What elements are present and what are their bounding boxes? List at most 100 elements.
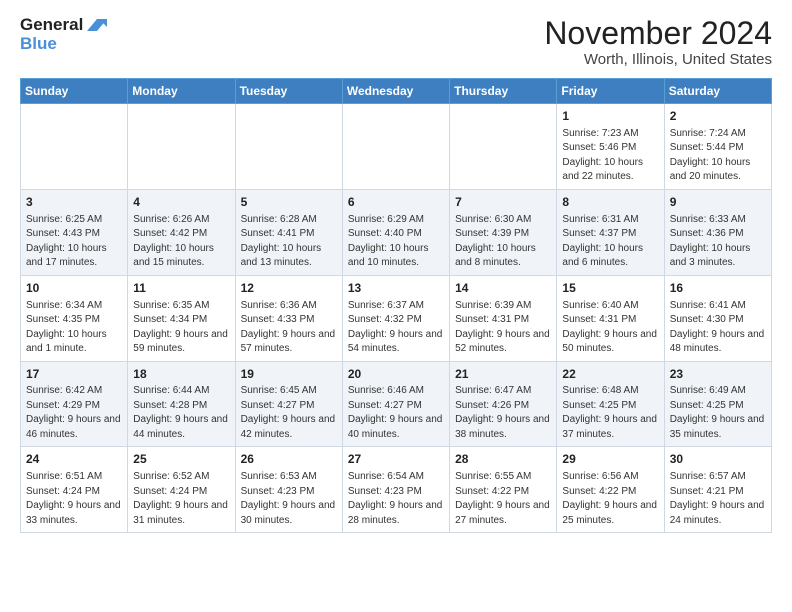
day-number: 3	[26, 194, 122, 211]
logo: General Blue	[20, 16, 107, 53]
day-info: Sunrise: 6:28 AMSunset: 4:41 PMDaylight:…	[241, 214, 322, 269]
day-info: Sunrise: 6:51 AMSunset: 4:24 PMDaylight:…	[26, 471, 121, 526]
calendar-cell-w5-d6: 29 Sunrise: 6:56 AMSunset: 4:22 PMDayligh…	[557, 447, 664, 533]
day-info: Sunrise: 6:56 AMSunset: 4:22 PMDaylight:…	[562, 471, 657, 526]
day-info: Sunrise: 6:36 AMSunset: 4:33 PMDaylight:…	[241, 300, 336, 355]
day-number: 11	[133, 280, 229, 297]
day-number: 5	[241, 194, 337, 211]
calendar-cell-w4-d3: 19 Sunrise: 6:45 AMSunset: 4:27 PMDayligh…	[235, 361, 342, 447]
calendar-cell-w4-d4: 20 Sunrise: 6:46 AMSunset: 4:27 PMDayligh…	[342, 361, 449, 447]
day-number: 27	[348, 451, 444, 468]
day-info: Sunrise: 7:24 AMSunset: 5:44 PMDaylight:…	[670, 128, 751, 183]
day-number: 20	[348, 366, 444, 383]
calendar-cell-w3-d5: 14 Sunrise: 6:39 AMSunset: 4:31 PMDayligh…	[450, 275, 557, 361]
calendar-week-5: 24 Sunrise: 6:51 AMSunset: 4:24 PMDayligh…	[21, 447, 772, 533]
day-number: 9	[670, 194, 766, 211]
calendar-cell-w4-d7: 23 Sunrise: 6:49 AMSunset: 4:25 PMDayligh…	[664, 361, 771, 447]
day-info: Sunrise: 6:47 AMSunset: 4:26 PMDaylight:…	[455, 385, 550, 440]
day-info: Sunrise: 7:23 AMSunset: 5:46 PMDaylight:…	[562, 128, 643, 183]
day-number: 25	[133, 451, 229, 468]
day-info: Sunrise: 6:25 AMSunset: 4:43 PMDaylight:…	[26, 214, 107, 269]
calendar-cell-w5-d1: 24 Sunrise: 6:51 AMSunset: 4:24 PMDayligh…	[21, 447, 128, 533]
calendar-header-row: Sunday Monday Tuesday Wednesday Thursday…	[21, 79, 772, 104]
day-number: 1	[562, 108, 658, 125]
day-number: 23	[670, 366, 766, 383]
day-number: 10	[26, 280, 122, 297]
day-number: 12	[241, 280, 337, 297]
day-info: Sunrise: 6:44 AMSunset: 4:28 PMDaylight:…	[133, 385, 228, 440]
day-number: 7	[455, 194, 551, 211]
day-info: Sunrise: 6:35 AMSunset: 4:34 PMDaylight:…	[133, 300, 228, 355]
day-number: 30	[670, 451, 766, 468]
calendar-cell-w2-d5: 7 Sunrise: 6:30 AMSunset: 4:39 PMDaylight…	[450, 189, 557, 275]
day-number: 14	[455, 280, 551, 297]
day-info: Sunrise: 6:42 AMSunset: 4:29 PMDaylight:…	[26, 385, 121, 440]
day-info: Sunrise: 6:37 AMSunset: 4:32 PMDaylight:…	[348, 300, 443, 355]
day-info: Sunrise: 6:45 AMSunset: 4:27 PMDaylight:…	[241, 385, 336, 440]
calendar-cell-w1-d6: 1 Sunrise: 7:23 AMSunset: 5:46 PMDaylight…	[557, 104, 664, 190]
calendar-cell-w5-d5: 28Sunrise: 6:55 AMSunset: 4:22 PMDayligh…	[450, 447, 557, 533]
calendar-week-1: 1 Sunrise: 7:23 AMSunset: 5:46 PMDaylight…	[21, 104, 772, 190]
day-info: Sunrise: 6:41 AMSunset: 4:30 PMDaylight:…	[670, 300, 765, 355]
header-sunday: Sunday	[21, 79, 128, 104]
day-info: Sunrise: 6:31 AMSunset: 4:37 PMDaylight:…	[562, 214, 643, 269]
day-info: Sunrise: 6:49 AMSunset: 4:25 PMDaylight:…	[670, 385, 765, 440]
day-number: 2	[670, 108, 766, 125]
day-info: Sunrise: 6:30 AMSunset: 4:39 PMDaylight:…	[455, 214, 536, 269]
day-number: 18	[133, 366, 229, 383]
calendar-cell-w4-d1: 17Sunrise: 6:42 AMSunset: 4:29 PMDayligh…	[21, 361, 128, 447]
calendar-cell-w3-d1: 10 Sunrise: 6:34 AMSunset: 4:35 PMDayligh…	[21, 275, 128, 361]
day-info: Sunrise: 6:26 AMSunset: 4:42 PMDaylight:…	[133, 214, 214, 269]
calendar-cell-w3-d6: 15 Sunrise: 6:40 AMSunset: 4:31 PMDayligh…	[557, 275, 664, 361]
calendar-cell-w3-d7: 16 Sunrise: 6:41 AMSunset: 4:30 PMDayligh…	[664, 275, 771, 361]
calendar-cell-w2-d2: 4Sunrise: 6:26 AMSunset: 4:42 PMDaylight…	[128, 189, 235, 275]
day-number: 22	[562, 366, 658, 383]
day-number: 13	[348, 280, 444, 297]
calendar-cell-w1-d4	[342, 104, 449, 190]
calendar-cell-w5-d3: 26Sunrise: 6:53 AMSunset: 4:23 PMDayligh…	[235, 447, 342, 533]
day-number: 21	[455, 366, 551, 383]
day-number: 6	[348, 194, 444, 211]
calendar-cell-w4-d2: 18 Sunrise: 6:44 AMSunset: 4:28 PMDayligh…	[128, 361, 235, 447]
logo-chevron-icon	[85, 17, 107, 33]
day-number: 15	[562, 280, 658, 297]
calendar-cell-w2-d4: 6Sunrise: 6:29 AMSunset: 4:40 PMDaylight…	[342, 189, 449, 275]
calendar-body: 1 Sunrise: 7:23 AMSunset: 5:46 PMDaylight…	[21, 104, 772, 533]
calendar-cell-w1-d2	[128, 104, 235, 190]
day-number: 24	[26, 451, 122, 468]
calendar-cell-w5-d2: 25 Sunrise: 6:52 AMSunset: 4:24 PMDayligh…	[128, 447, 235, 533]
main-container: General Blue November 2024 Worth, Illino…	[0, 0, 792, 543]
calendar-week-2: 3 Sunrise: 6:25 AMSunset: 4:43 PMDaylight…	[21, 189, 772, 275]
calendar-cell-w3-d3: 12 Sunrise: 6:36 AMSunset: 4:33 PMDayligh…	[235, 275, 342, 361]
header-monday: Monday	[128, 79, 235, 104]
day-info: Sunrise: 6:54 AMSunset: 4:23 PMDaylight:…	[348, 471, 443, 526]
day-info: Sunrise: 6:34 AMSunset: 4:35 PMDaylight:…	[26, 300, 107, 355]
calendar-cell-w2-d6: 8 Sunrise: 6:31 AMSunset: 4:37 PMDaylight…	[557, 189, 664, 275]
day-number: 29	[562, 451, 658, 468]
day-number: 16	[670, 280, 766, 297]
location: Worth, Illinois, United States	[544, 51, 772, 68]
day-number: 19	[241, 366, 337, 383]
header-friday: Friday	[557, 79, 664, 104]
day-number: 26	[241, 451, 337, 468]
calendar-cell-w2-d7: 9 Sunrise: 6:33 AMSunset: 4:36 PMDaylight…	[664, 189, 771, 275]
month-title: November 2024	[544, 16, 772, 51]
calendar-cell-w2-d3: 5 Sunrise: 6:28 AMSunset: 4:41 PMDaylight…	[235, 189, 342, 275]
header-saturday: Saturday	[664, 79, 771, 104]
day-info: Sunrise: 6:52 AMSunset: 4:24 PMDaylight:…	[133, 471, 228, 526]
day-info: Sunrise: 6:40 AMSunset: 4:31 PMDaylight:…	[562, 300, 657, 355]
calendar-cell-w5-d4: 27 Sunrise: 6:54 AMSunset: 4:23 PMDayligh…	[342, 447, 449, 533]
calendar-cell-w5-d7: 30Sunrise: 6:57 AMSunset: 4:21 PMDayligh…	[664, 447, 771, 533]
day-info: Sunrise: 6:46 AMSunset: 4:27 PMDaylight:…	[348, 385, 443, 440]
calendar-cell-w4-d5: 21 Sunrise: 6:47 AMSunset: 4:26 PMDayligh…	[450, 361, 557, 447]
day-info: Sunrise: 6:48 AMSunset: 4:25 PMDaylight:…	[562, 385, 657, 440]
day-info: Sunrise: 6:39 AMSunset: 4:31 PMDaylight:…	[455, 300, 550, 355]
header-wednesday: Wednesday	[342, 79, 449, 104]
day-info: Sunrise: 6:33 AMSunset: 4:36 PMDaylight:…	[670, 214, 751, 269]
calendar-cell-w2-d1: 3 Sunrise: 6:25 AMSunset: 4:43 PMDaylight…	[21, 189, 128, 275]
calendar-cell-w3-d4: 13 Sunrise: 6:37 AMSunset: 4:32 PMDayligh…	[342, 275, 449, 361]
day-number: 8	[562, 194, 658, 211]
header-thursday: Thursday	[450, 79, 557, 104]
calendar-cell-w3-d2: 11 Sunrise: 6:35 AMSunset: 4:34 PMDayligh…	[128, 275, 235, 361]
day-number: 28	[455, 451, 551, 468]
